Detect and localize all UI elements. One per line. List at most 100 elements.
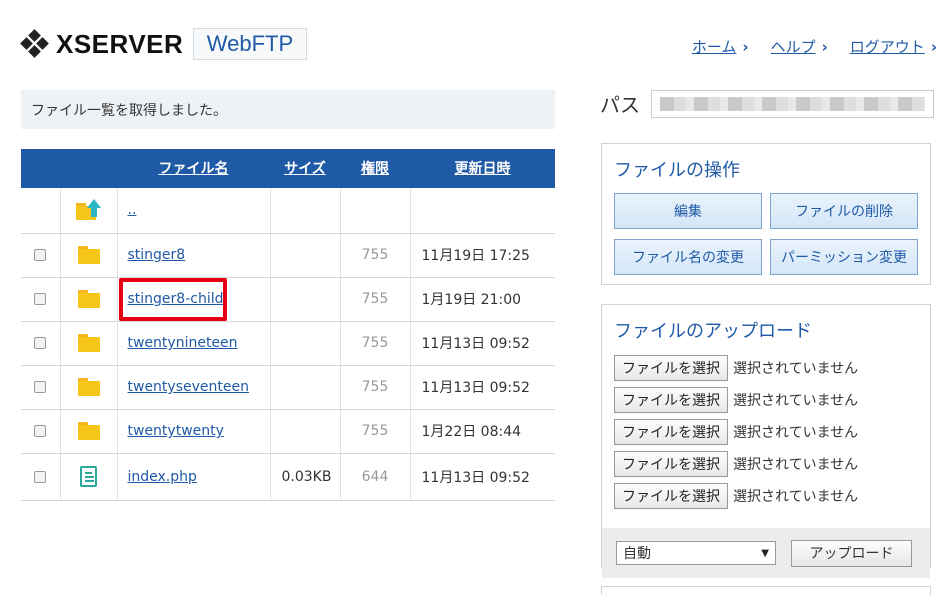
header-modified[interactable]: 更新日時 [410,149,555,188]
folder-icon [77,378,100,396]
folder-icon [77,334,100,352]
logo-mark-icon [20,29,50,59]
chevron-right-icon: › [742,38,749,56]
nav-logout-link[interactable]: ログアウト [850,38,925,56]
change-permission-button[interactable]: パーミッション変更 [770,239,918,275]
header-permission[interactable]: 権限 [340,149,410,188]
xserver-logo[interactable]: XSERVER [20,28,183,60]
table-row[interactable]: twentytwenty 755 1月22日 08:44 [21,409,555,454]
row-checkbox[interactable] [34,470,47,483]
row-modified: 11月13日 09:52 [410,365,555,410]
row-modified: 11月13日 09:52 [410,321,555,366]
row-checkbox[interactable] [34,425,47,437]
no-file-selected-text: 選択されていません [733,392,859,409]
row-checkbox[interactable] [34,293,47,305]
upload-slot: ファイルを選択 選択されていません [614,354,918,381]
header-size[interactable]: サイズ [270,149,340,188]
folder-icon [77,422,100,440]
encoding-select[interactable]: 自動 ▼ [616,541,776,565]
header-icon-col [60,149,117,188]
row-checkbox-cell [21,453,61,501]
header-name[interactable]: ファイル名 [117,149,270,188]
row-name-cell: index.php [117,453,271,501]
parent-directory-link[interactable]: .. [128,202,137,218]
row-size [270,233,341,278]
row-permission: 755 [340,233,411,278]
choose-file-button[interactable]: ファイルを選択 [614,450,728,477]
file-name-link[interactable]: index.php [128,469,197,485]
choose-file-button[interactable]: ファイルを選択 [614,418,728,445]
upload-button[interactable]: アップロード [791,539,912,567]
row-permission: 755 [340,365,411,410]
row-checkbox[interactable] [34,381,47,393]
nav-help[interactable]: ヘルプ › [771,36,828,57]
row-permission: 644 [340,453,411,501]
file-list-table: ファイル名 サイズ 権限 更新日時 .. stinger8 755 11月19日… [21,149,555,501]
table-row[interactable]: twentynineteen 755 11月13日 09:52 [21,321,555,366]
edit-button[interactable]: 編集 [614,193,762,229]
file-operations-buttons: 編集 ファイルの削除 ファイル名の変更 パーミッション変更 [602,182,930,288]
table-row[interactable]: stinger8-child 755 1月19日 21:00 [21,277,555,322]
row-name-cell: twentytwenty [117,409,271,454]
row-checkbox-cell [21,409,61,454]
sort-by-size-link[interactable]: サイズ [284,161,326,177]
row-permission-cell [340,187,411,234]
row-modified: 1月19日 21:00 [410,277,555,322]
no-file-selected-text: 選択されていません [733,360,859,377]
app-name-badge: WebFTP [193,28,307,60]
document-icon [80,466,97,487]
upload-slot: ファイルを選択 選択されていません [614,450,918,477]
file-name-link[interactable]: stinger8-child [128,291,224,307]
choose-file-button[interactable]: ファイルを選択 [614,354,728,381]
nav-home-link[interactable]: ホーム [692,38,737,56]
delete-file-button[interactable]: ファイルの削除 [770,193,918,229]
rename-file-button[interactable]: ファイル名の変更 [614,239,762,275]
row-size [270,277,341,322]
row-checkbox-cell [21,277,61,322]
top-navigation: ホーム › ヘルプ › ログアウト › [692,36,937,57]
next-panel-partial [601,586,931,595]
sort-by-name-link[interactable]: ファイル名 [159,161,229,177]
nav-help-link[interactable]: ヘルプ [771,38,816,56]
chevron-right-icon: › [930,38,937,56]
chevron-right-icon: › [821,38,828,56]
choose-file-button[interactable]: ファイルを選択 [614,482,728,509]
row-checkbox-cell [21,365,61,410]
nav-home[interactable]: ホーム › [692,36,749,57]
file-upload-panel: ファイルのアップロード ファイルを選択 選択されていません ファイルを選択 選択… [601,304,931,578]
upload-slot: ファイルを選択 選択されていません [614,482,918,509]
row-icon-cell [60,409,118,454]
row-checkbox[interactable] [34,337,47,349]
path-field[interactable] [651,90,934,118]
file-name-link[interactable]: stinger8 [128,247,186,263]
status-message: ファイル一覧を取得しました。 [21,90,555,129]
table-row[interactable]: index.php 0.03KB 644 11月13日 09:52 [21,453,555,501]
choose-file-button[interactable]: ファイルを選択 [614,386,728,413]
row-name-cell: twentynineteen [117,321,271,366]
row-permission: 755 [340,321,411,366]
sort-by-modified-link[interactable]: 更新日時 [455,161,511,177]
row-size [270,409,341,454]
logo-text: XSERVER [56,28,184,59]
upload-slots: ファイルを選択 選択されていません ファイルを選択 選択されていません ファイル… [602,343,930,518]
row-permission: 755 [340,277,411,322]
no-file-selected-text: 選択されていません [733,488,859,505]
row-checkbox[interactable] [34,249,47,261]
table-row[interactable]: twentyseventeen 755 11月13日 09:52 [21,365,555,410]
file-name-link[interactable]: twentyseventeen [128,379,249,395]
table-row-parent[interactable]: .. [21,187,555,234]
sort-by-permission-link[interactable]: 権限 [361,161,389,177]
nav-logout[interactable]: ログアウト › [850,36,937,57]
row-size [270,365,341,410]
row-checkbox-cell [21,187,61,234]
file-operations-title: ファイルの操作 [614,160,740,181]
file-name-link[interactable]: twentytwenty [128,423,224,439]
parent-folder-icon [75,199,102,221]
no-file-selected-text: 選択されていません [733,456,859,473]
file-name-link[interactable]: twentynineteen [128,335,238,351]
table-row[interactable]: stinger8 755 11月19日 17:25 [21,233,555,278]
row-size: 0.03KB [270,453,341,501]
no-file-selected-text: 選択されていません [733,424,859,441]
row-modified: 11月19日 17:25 [410,233,555,278]
header-checkbox-col [21,149,60,188]
